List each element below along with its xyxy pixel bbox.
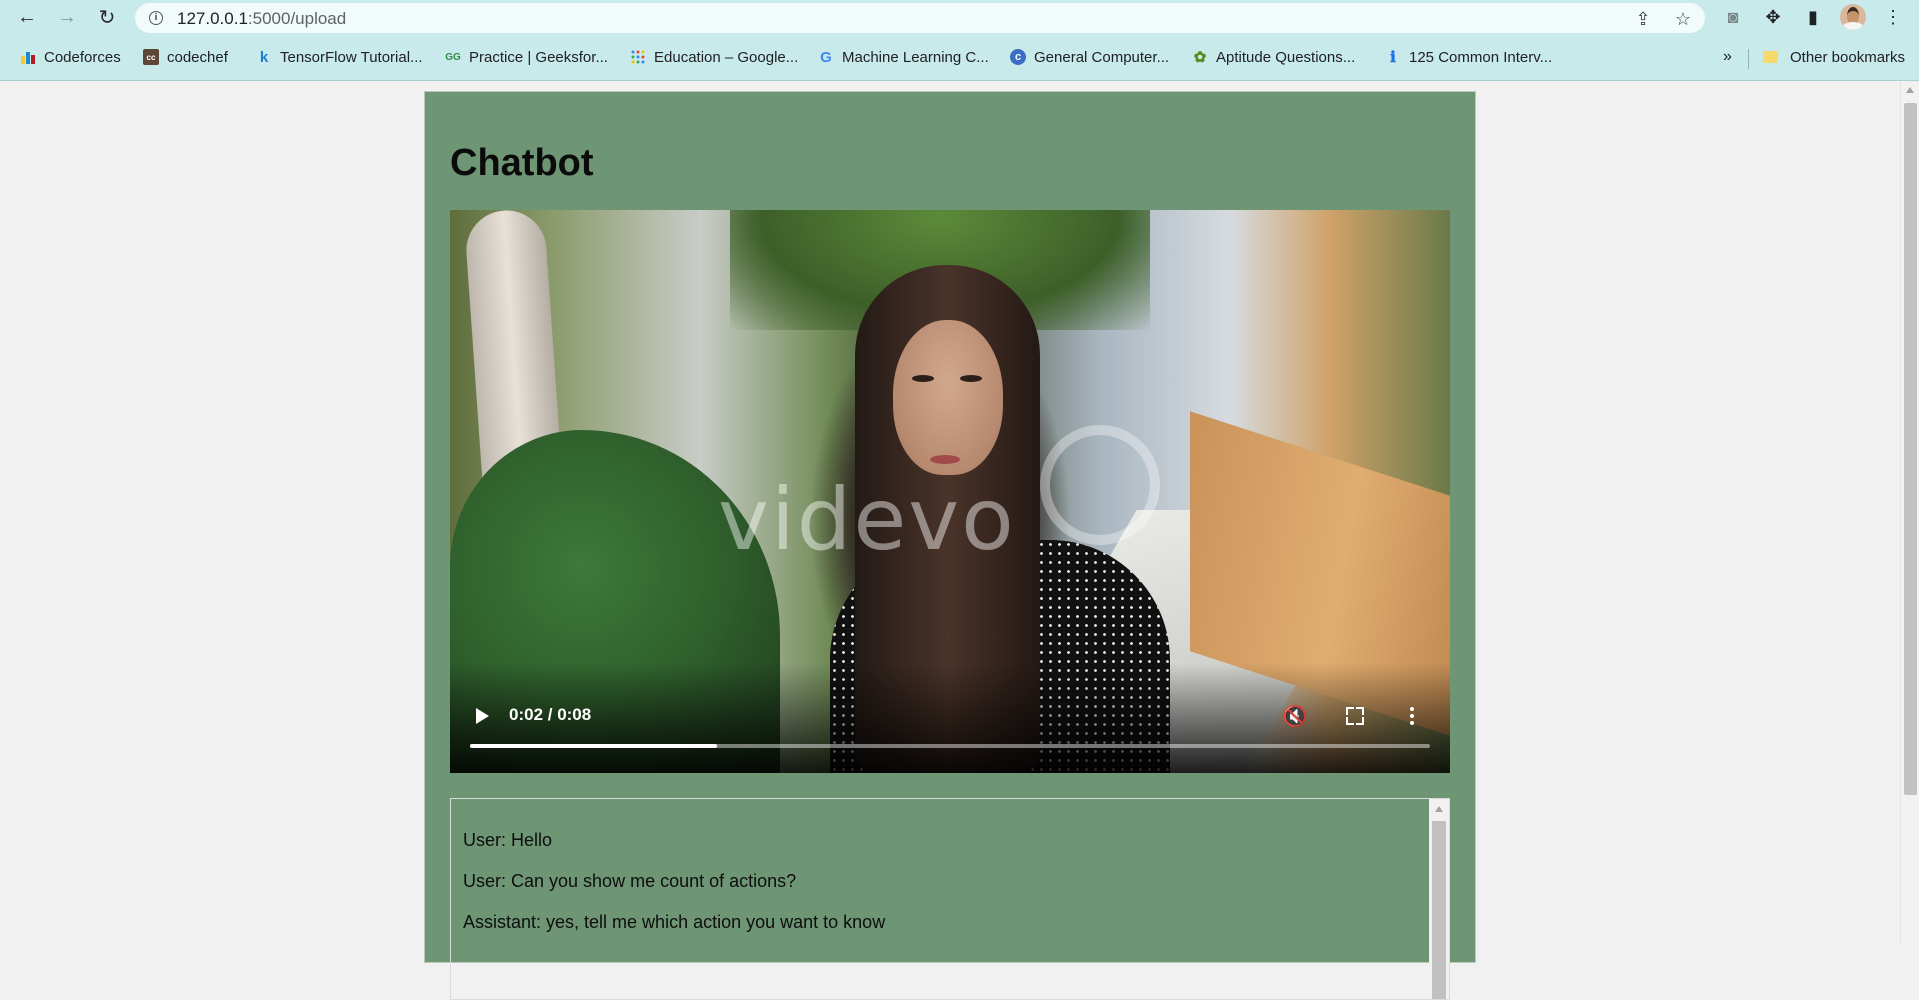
play-icon[interactable] — [470, 704, 494, 728]
chat-message: User: Hello — [463, 830, 553, 850]
bookmarks-bar: Codeforces cc codechef k TensorFlow Tuto… — [0, 35, 1919, 81]
chrome-menu-icon[interactable]: ⋮ — [1880, 4, 1906, 30]
bookmark-tensorflow[interactable]: k TensorFlow Tutorial... — [256, 45, 423, 69]
codeforces-icon — [20, 49, 36, 65]
bookmark-general-computer[interactable]: c General Computer... — [1010, 45, 1169, 69]
url-text[interactable]: 127.0.0.1:5000/upload — [177, 9, 346, 29]
profile-avatar[interactable] — [1840, 4, 1866, 30]
share-icon[interactable]: ⇪ — [1632, 8, 1654, 30]
bookmark-label: Education – Google... — [654, 48, 799, 66]
video-frame-eye — [960, 375, 982, 382]
bookmark-codeforces[interactable]: Codeforces — [20, 45, 121, 69]
url-host: 127.0.0.1 — [177, 9, 248, 28]
bookmark-education-google[interactable]: Education – Google... — [630, 45, 798, 69]
forward-icon[interactable]: → — [53, 3, 81, 31]
video-frame-person-face — [893, 320, 1003, 475]
google-education-icon — [630, 49, 646, 65]
site-info-icon[interactable]: i — [149, 11, 163, 25]
extensions-puzzle-icon[interactable]: ✥ — [1760, 4, 1786, 30]
bookmark-star-icon[interactable]: ☆ — [1672, 8, 1694, 30]
url-path: :5000/upload — [247, 9, 347, 28]
chat-scrollbar[interactable] — [1429, 799, 1449, 999]
video-watermark: videvo — [718, 470, 1016, 570]
more-bookmarks-chevron-icon[interactable]: » — [1723, 45, 1732, 69]
chat-message: Assistant: yes, tell me which action you… — [463, 912, 886, 932]
aptitude-icon: ✿ — [1193, 49, 1207, 66]
geeksforgeeks-icon: GG — [445, 51, 461, 63]
page-title: Chatbot — [450, 142, 594, 184]
bookmark-geeksforgeeks[interactable]: GG Practice | Geeksfor... — [445, 45, 608, 69]
chat-scrollbar-thumb[interactable] — [1432, 821, 1446, 999]
info-icon: ℹ — [1390, 49, 1396, 66]
bookmark-label: General Computer... — [1034, 48, 1170, 66]
side-panel-icon[interactable]: ▮ — [1800, 4, 1826, 30]
reload-icon[interactable]: ↻ — [93, 3, 121, 31]
bookmark-label: TensorFlow Tutorial... — [280, 48, 423, 66]
bookmark-label: 125 Common Interv... — [1409, 48, 1553, 66]
back-icon[interactable]: ← — [13, 3, 41, 31]
address-bar[interactable]: i 127.0.0.1:5000/upload ⇪ ☆ — [135, 3, 1705, 33]
other-bookmarks-label: Other bookmarks — [1790, 48, 1906, 66]
chat-messages: User: Hello User: Can you show me count … — [463, 829, 885, 952]
video-progress-bar[interactable] — [470, 744, 1430, 748]
video-frame-eye — [912, 375, 934, 382]
video-frame-lips — [930, 455, 960, 464]
bookmark-interview[interactable]: ℹ 125 Common Interv... — [1385, 45, 1552, 69]
chat-message: User: Can you show me count of actions? — [463, 871, 797, 891]
video-options-menu-icon[interactable] — [1400, 704, 1424, 728]
scroll-up-arrow-icon[interactable] — [1906, 87, 1914, 93]
videvo-logo-icon — [1040, 425, 1160, 545]
other-bookmarks[interactable]: Other bookmarks — [1763, 45, 1905, 69]
bookmark-label: Machine Learning C... — [842, 48, 989, 66]
codechef-icon: cc — [143, 49, 159, 65]
chat-log[interactable]: User: Hello User: Can you show me count … — [450, 798, 1450, 1000]
bookmarks-divider — [1748, 49, 1749, 69]
camera-icon[interactable]: ◙ — [1720, 4, 1746, 30]
fullscreen-icon[interactable] — [1343, 704, 1367, 728]
video-progress-fill — [470, 744, 717, 748]
video-player[interactable]: videvo 0:02 / 0:08 🔇 — [450, 210, 1450, 773]
bookmark-machine-learning[interactable]: G Machine Learning C... — [818, 45, 989, 69]
volume-muted-icon[interactable]: 🔇 — [1282, 704, 1308, 728]
folder-icon — [1763, 51, 1778, 63]
c-icon: c — [1010, 49, 1026, 65]
bookmark-label: codechef — [167, 48, 228, 66]
bookmark-label: Codeforces — [44, 48, 121, 66]
page-scrollbar[interactable] — [1900, 81, 1919, 945]
k-icon: k — [259, 48, 269, 66]
page-scrollbar-thumb[interactable] — [1904, 103, 1917, 795]
chat-scroll-up-arrow-icon[interactable] — [1435, 806, 1443, 812]
google-icon: G — [820, 48, 832, 66]
bookmark-label: Practice | Geeksfor... — [469, 48, 608, 66]
browser-toolbar: ← → ↻ i 127.0.0.1:5000/upload ⇪ ☆ ◙ ✥ ▮ … — [0, 0, 1919, 35]
bookmark-label: Aptitude Questions... — [1216, 48, 1356, 66]
bookmark-codechef[interactable]: cc codechef — [143, 45, 228, 69]
bookmark-aptitude[interactable]: ✿ Aptitude Questions... — [1192, 45, 1356, 69]
chatbot-container: Chatbot videvo 0:02 / 0:08 🔇 User: Hello… — [424, 91, 1476, 1000]
video-time: 0:02 / 0:08 — [509, 705, 592, 724]
